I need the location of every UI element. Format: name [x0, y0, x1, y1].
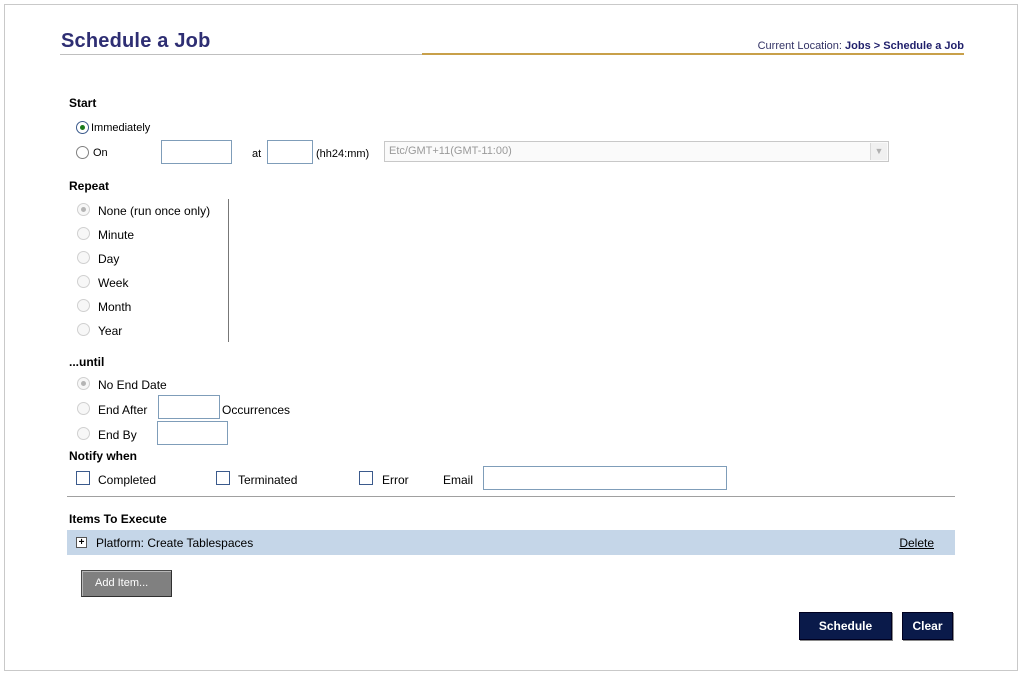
- notify-error-label: Error: [382, 473, 409, 487]
- expand-plus-icon[interactable]: +: [76, 537, 87, 548]
- end-by-date-input[interactable]: [157, 421, 228, 445]
- notify-email-label: Email: [443, 473, 474, 487]
- repeat-month-radio[interactable]: [77, 299, 90, 312]
- start-on-label: On: [93, 147, 108, 159]
- notify-completed-checkbox[interactable]: [76, 471, 90, 485]
- item-delete-link[interactable]: Delete: [899, 536, 934, 550]
- repeat-week-radio[interactable]: [77, 275, 90, 288]
- start-heading: Start: [69, 96, 97, 110]
- start-immediately-label: Immediately: [91, 122, 151, 134]
- until-end-after-radio[interactable]: [77, 402, 90, 415]
- breadcrumb-current: Schedule a Job: [883, 40, 964, 52]
- repeat-month-label: Month: [98, 300, 132, 314]
- time-format-label: (hh24:mm): [316, 148, 370, 160]
- start-immediately-radio[interactable]: [76, 121, 89, 134]
- breadcrumb-label: Current Location:: [757, 40, 842, 52]
- section-divider: [67, 496, 955, 497]
- occurrences-input[interactable]: [158, 395, 220, 419]
- add-item-button[interactable]: Add Item...: [81, 570, 172, 597]
- repeat-none-label: None (run once only): [98, 204, 211, 218]
- until-end-by-label: End By: [98, 428, 137, 442]
- repeat-year-radio[interactable]: [77, 323, 90, 336]
- timezone-selected-value: Etc/GMT+11(GMT-11:00): [389, 145, 512, 157]
- start-at-label: at: [252, 148, 262, 160]
- repeat-none-radio[interactable]: [77, 203, 90, 216]
- start-on-radio[interactable]: [76, 146, 89, 159]
- notify-terminated-label: Terminated: [238, 473, 298, 487]
- repeat-day-radio[interactable]: [77, 251, 90, 264]
- notify-heading: Notify when: [69, 449, 137, 463]
- start-time-input[interactable]: [267, 140, 313, 164]
- breadcrumb-link-jobs[interactable]: Jobs: [845, 40, 871, 52]
- notify-error-checkbox[interactable]: [359, 471, 373, 485]
- until-no-end-label: No End Date: [98, 378, 167, 392]
- notify-email-input[interactable]: [483, 466, 727, 490]
- repeat-minute-radio[interactable]: [77, 227, 90, 240]
- timezone-select[interactable]: Etc/GMT+11(GMT-11:00) ▼: [384, 141, 889, 162]
- repeat-week-label: Week: [98, 276, 129, 290]
- item-label: Platform: Create Tablespaces: [96, 536, 254, 550]
- list-item: + Platform: Create Tablespaces Delete: [67, 530, 955, 555]
- notify-completed-label: Completed: [98, 473, 157, 487]
- repeat-day-label: Day: [98, 252, 120, 266]
- breadcrumb: Current Location: Jobs > Schedule a Job: [758, 40, 964, 52]
- schedule-button[interactable]: Schedule: [799, 612, 892, 640]
- repeat-divider: [228, 199, 229, 342]
- items-heading: Items To Execute: [69, 512, 167, 526]
- occurrences-label: Occurrences: [222, 403, 291, 417]
- breadcrumb-separator: >: [873, 40, 881, 52]
- chevron-down-icon[interactable]: ▼: [870, 143, 887, 160]
- repeat-heading: Repeat: [69, 179, 110, 193]
- title-divider-accent: [422, 53, 964, 55]
- notify-terminated-checkbox[interactable]: [216, 471, 230, 485]
- repeat-year-label: Year: [98, 324, 123, 338]
- until-no-end-radio[interactable]: [77, 377, 90, 390]
- repeat-minute-label: Minute: [98, 228, 135, 242]
- start-date-input[interactable]: [161, 140, 232, 164]
- until-end-after-label: End After: [98, 403, 148, 417]
- clear-button[interactable]: Clear: [902, 612, 953, 640]
- until-end-by-radio[interactable]: [77, 427, 90, 440]
- page-title: Schedule a Job: [61, 30, 211, 52]
- until-heading: ...until: [69, 355, 105, 369]
